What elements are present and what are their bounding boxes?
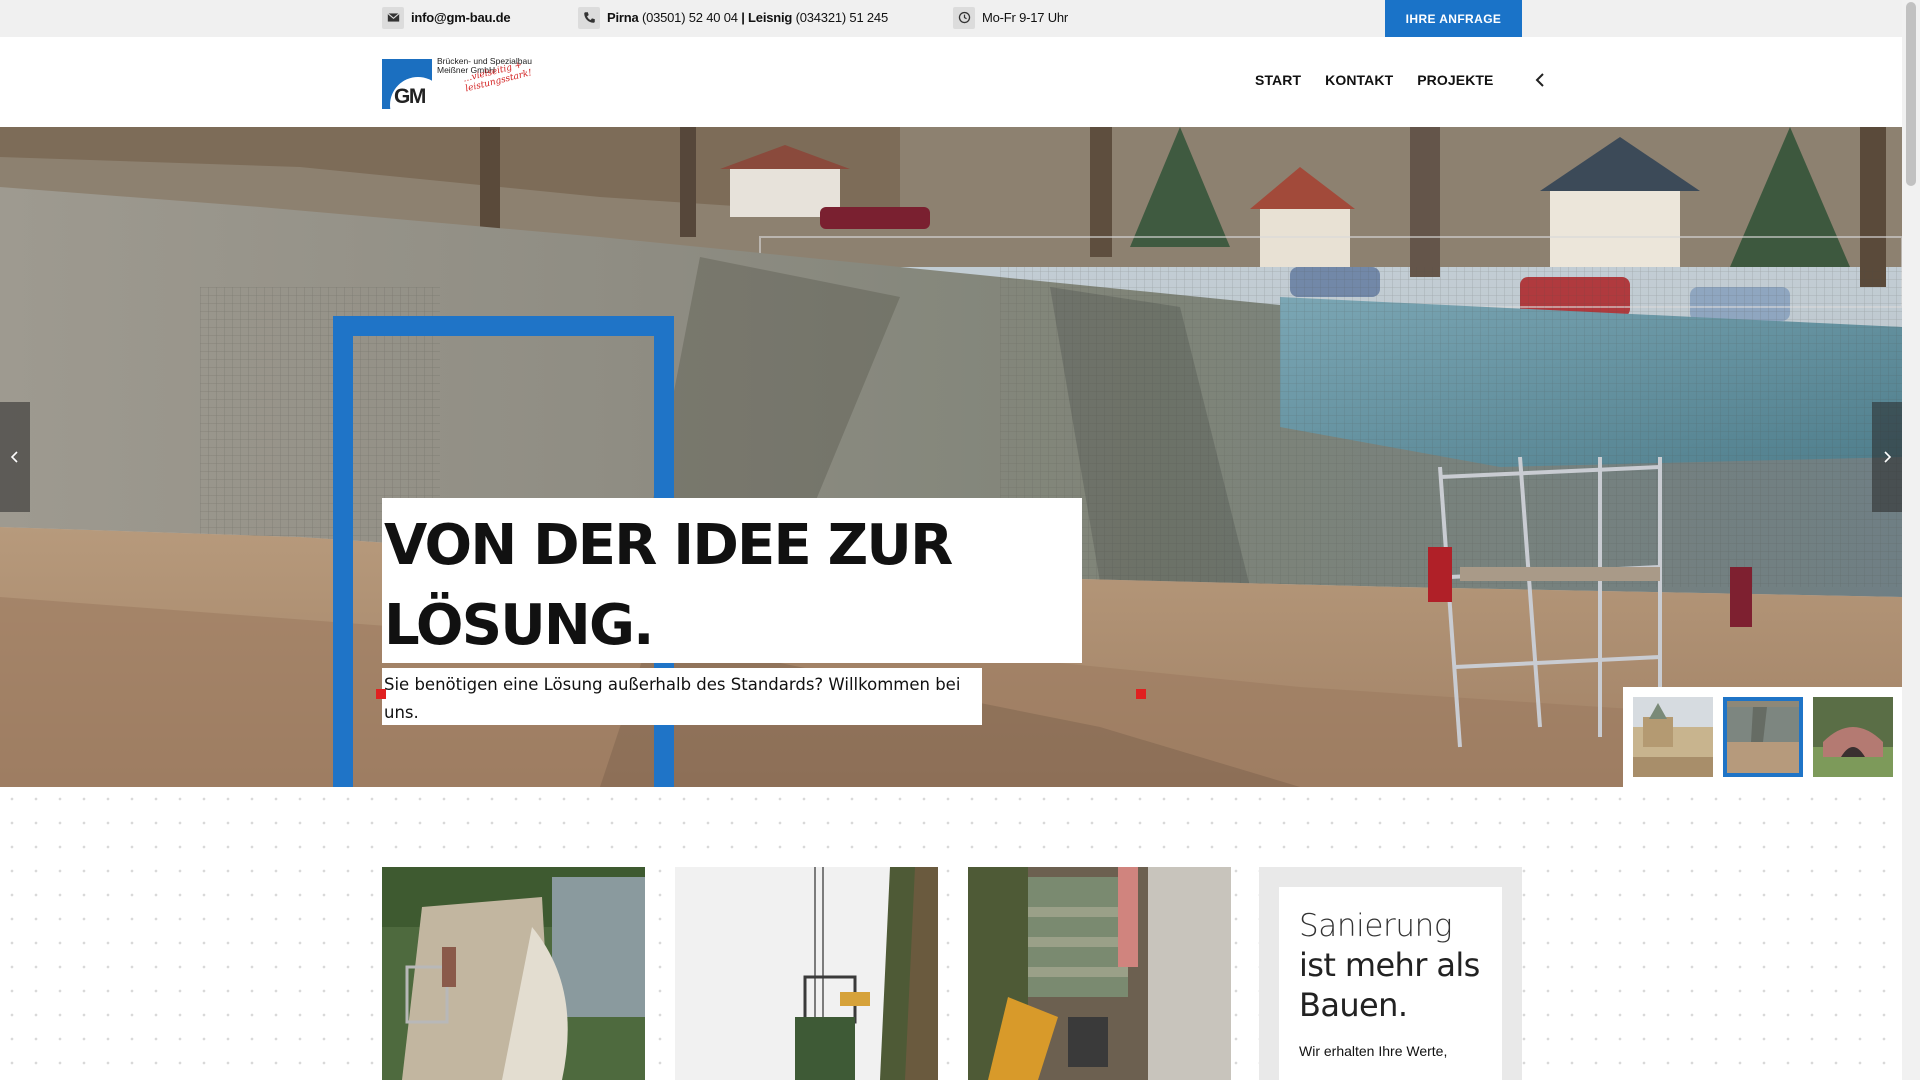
site-header: GM Brücken- und Spezialbau Meißner GmbH … <box>0 37 1902 127</box>
project-image-1[interactable] <box>382 867 645 1080</box>
info-text: Wir erhalten Ihre Werte, <box>1299 1043 1448 1059</box>
info-heading-bold-line2: Bauen. <box>1299 986 1408 1024</box>
phone-number-pirna[interactable]: (03501) 52 40 04 <box>642 10 738 25</box>
hero-title-box: VON DER IDEE ZUR LÖSUNG. <box>382 498 1082 663</box>
clock-icon <box>953 6 975 29</box>
page: info@gm-bau.de Pirna (03501) 52 40 04 | … <box>0 0 1920 1080</box>
info-heading-bold-line1: ist mehr als <box>1299 946 1480 984</box>
company-logo[interactable]: GM Brücken- und Spezialbau Meißner GmbH … <box>382 57 562 111</box>
email-contact[interactable]: info@gm-bau.de <box>382 0 511 35</box>
nav-item-projekte[interactable]: PROJEKTE <box>1417 72 1493 88</box>
phone-contact[interactable]: Pirna (03501) 52 40 04 | Leisnig (034321… <box>578 0 888 35</box>
phone-number-leisnig[interactable]: (034321) 51 245 <box>796 10 889 25</box>
info-heading-light: Sanierung <box>1299 908 1453 944</box>
nav-item-kontakt[interactable]: KONTAKT <box>1325 72 1393 88</box>
hero-subtitle: Sie benötigen eine Lösung außerhalb des … <box>382 668 982 725</box>
slider-next-button[interactable] <box>1872 402 1902 512</box>
info-box: Sanierung ist mehr als Bauen. Wir erhalt… <box>1259 867 1522 1080</box>
phone-icon <box>578 6 600 29</box>
project-image-2[interactable] <box>675 867 938 1080</box>
page-scrollbar[interactable] <box>1902 0 1920 1080</box>
phone-city-leisnig: Leisnig <box>748 10 793 25</box>
scrollbar-thumb[interactable] <box>1906 2 1916 186</box>
chevron-left-icon <box>10 451 18 463</box>
main-nav: START KONTAKT PROJEKTE <box>1255 71 1548 89</box>
top-info-bar: info@gm-bau.de Pirna (03501) 52 40 04 | … <box>0 0 1902 37</box>
hero-title-line2: LÖSUNG. <box>384 593 654 658</box>
logo-mark-text: GM <box>394 85 426 108</box>
phone-city-pirna: Pirna <box>607 10 639 25</box>
hero-marker-dot <box>1136 689 1146 699</box>
nav-item-start[interactable]: START <box>1255 72 1301 88</box>
hero-marker-dot <box>376 689 386 699</box>
services-section <box>0 787 1902 1080</box>
email-text[interactable]: info@gm-bau.de <box>411 10 511 25</box>
slider-thumbnail[interactable] <box>1813 697 1893 777</box>
logo-mark: GM <box>382 59 432 109</box>
hours-text: Mo-Fr 9-17 Uhr <box>982 10 1069 25</box>
info-card: Sanierung ist mehr als Bauen. Wir erhalt… <box>1279 887 1502 1080</box>
envelope-icon <box>382 6 404 29</box>
phone-separator: | <box>741 10 745 25</box>
chevron-right-icon <box>1884 451 1892 463</box>
project-image-3[interactable] <box>968 867 1231 1080</box>
opening-hours: Mo-Fr 9-17 Uhr <box>953 0 1068 35</box>
chevron-left-icon[interactable] <box>1532 71 1548 89</box>
hero-title: VON DER IDEE ZUR LÖSUNG. <box>384 506 1080 666</box>
request-button[interactable]: IHRE ANFRAGE <box>1385 0 1522 37</box>
hero-title-line1: VON DER IDEE ZUR <box>384 513 953 578</box>
slider-thumbnail[interactable] <box>1633 697 1713 777</box>
slider-thumbnails <box>1623 687 1902 787</box>
info-heading-bold: ist mehr als Bauen. <box>1299 945 1482 1025</box>
slider-thumbnail-active[interactable] <box>1723 697 1803 777</box>
hero-slider: VON DER IDEE ZUR LÖSUNG. Sie benötigen e… <box>0 127 1902 787</box>
slider-prev-button[interactable] <box>0 402 30 512</box>
